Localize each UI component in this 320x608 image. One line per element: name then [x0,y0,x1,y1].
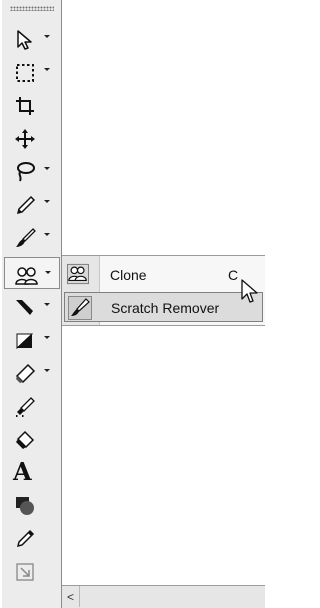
lasso-icon [17,162,35,182]
pointer-tool[interactable] [4,22,60,54]
paint-bucket-icon [16,430,35,449]
dodge-burn-tool[interactable] [4,323,60,355]
pencil-icon [16,195,36,215]
smudge-tool[interactable] [4,290,60,322]
transform-icon [16,563,34,581]
color-replacer-icon [16,397,35,417]
chevron-down-icon[interactable] [44,303,50,306]
mouse-cursor-icon [241,279,258,303]
move-tool[interactable] [4,121,60,153]
lasso-tool[interactable] [4,154,60,186]
chevron-down-icon[interactable] [45,271,51,274]
text-tool-icon: A [13,457,32,486]
pencil-tool[interactable] [4,187,60,219]
crop-tool[interactable] [4,88,60,120]
eraser-tool[interactable] [4,356,60,388]
marquee-select-icon [16,64,34,82]
toolbar-grip[interactable] [10,6,54,11]
menu-item-label: Scratch Remover [111,300,220,316]
paint-bucket-tool[interactable] [4,422,60,454]
chevron-down-icon[interactable] [44,369,50,372]
move-icon [15,129,35,149]
horizontal-scrollbar[interactable]: < [62,585,265,608]
clone-stamp-tool[interactable] [4,257,60,289]
menu-item-shortcut: C [228,267,239,283]
menu-item-clone[interactable]: Clone C [64,260,263,290]
shape-tool-icon [16,497,34,515]
clone-stamp-icon [15,267,38,285]
dodge-burn-icon [16,333,34,350]
brush-icon [16,228,36,247]
smudge-icon [16,300,33,315]
shape-tool[interactable] [4,488,60,520]
color-replacer-tool[interactable] [4,389,60,421]
chevron-down-icon[interactable] [44,200,50,203]
pointer-icon [17,30,32,50]
tools-toolbar: A [2,0,62,608]
marquee-tool[interactable] [4,55,60,87]
scroll-left-button[interactable]: < [62,586,80,607]
clone-flyout-menu: Clone C Scratch Remover [62,255,265,326]
chevron-down-icon[interactable] [44,35,50,38]
menu-item-label: Clone [110,267,147,283]
menu-item-scratch-remover[interactable]: Scratch Remover [64,292,263,322]
eyedropper-tool[interactable] [4,521,60,553]
clone-icon [67,263,91,287]
chevron-down-icon[interactable] [44,167,50,170]
crop-icon [16,97,34,115]
scratch-remover-icon [68,296,92,320]
transform-tool[interactable] [4,554,60,586]
eyedropper-icon [16,529,35,548]
text-tool[interactable]: A [4,455,60,487]
chevron-down-icon[interactable] [44,68,50,71]
brush-tool[interactable] [4,220,60,252]
chevron-left-icon: < [67,590,75,604]
chevron-down-icon[interactable] [44,233,50,236]
eraser-icon [15,363,36,384]
chevron-down-icon[interactable] [44,336,50,339]
